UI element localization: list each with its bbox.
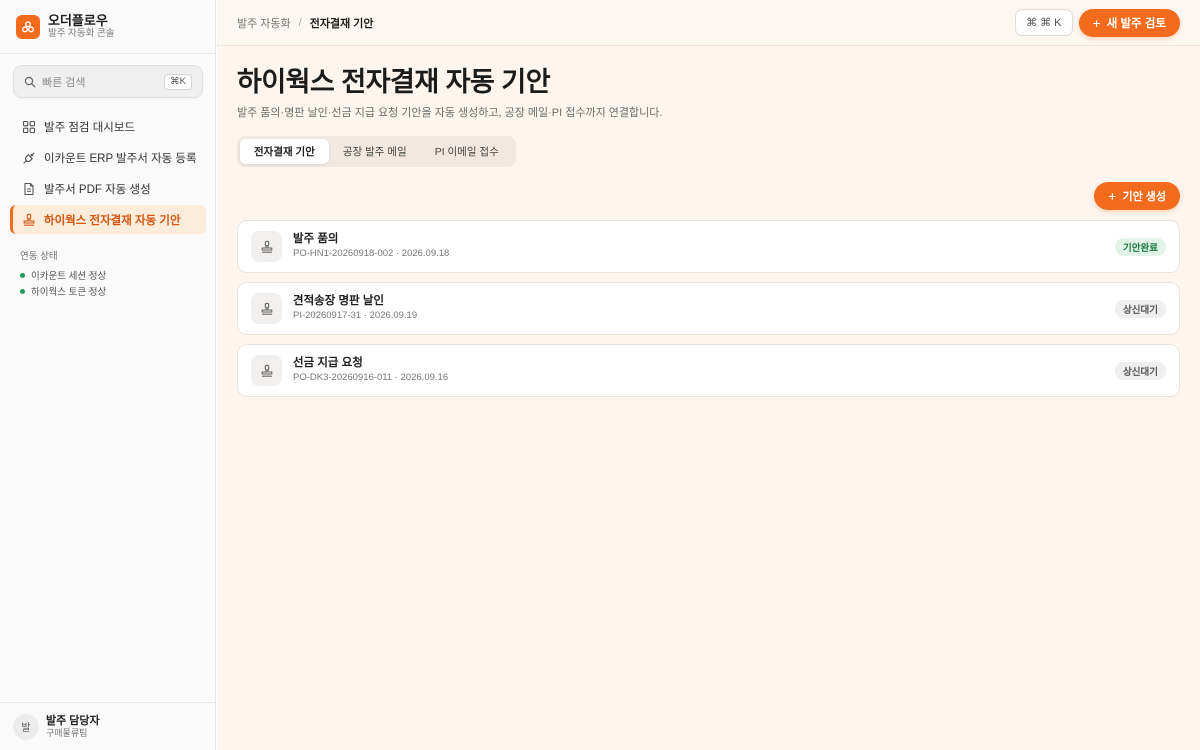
draft-list: 발주 품의 PO-HN1-20260918-002 · 2026.09.18 기… bbox=[237, 220, 1180, 406]
plus-icon: + bbox=[1108, 188, 1117, 204]
brand-name: 오더플로우 bbox=[48, 13, 108, 28]
status-text: 이카운트 세션 정상 bbox=[31, 271, 107, 282]
tab-pi-email[interactable]: PI 이메일 접수 bbox=[421, 139, 513, 164]
breadcrumb-current: 전자결재 기안 bbox=[309, 17, 374, 30]
sidebar-item-pdf[interactable]: 발주서 PDF 자동 생성 bbox=[10, 174, 206, 203]
status-row: 이카운트 세션 정상 bbox=[20, 267, 106, 283]
user-role: 구매물류팀 bbox=[46, 727, 88, 738]
tab-approval-draft[interactable]: 전자결재 기안 bbox=[240, 139, 329, 164]
document-meta: PI-20260917-31 · 2026.09.19 bbox=[293, 310, 418, 321]
status-badge: 기안완료 bbox=[1115, 237, 1166, 256]
brand-subtitle: 발주 자동화 콘솔 bbox=[48, 28, 115, 39]
list-item[interactable]: 선금 지급 요청 PO-DK3-20260916-011 · 2026.09.1… bbox=[237, 344, 1180, 397]
sidebar-item-label: 하이웍스 전자결재 자동 기안 bbox=[44, 214, 181, 227]
sidebar-nav: 발주 점검 대시보드 이카운트 ERP 발주서 자동 등록 발주서 PDF 자동… bbox=[10, 112, 206, 236]
sidebar-item-label: 이카운트 ERP 발주서 자동 등록 bbox=[44, 152, 197, 165]
plug-icon bbox=[23, 152, 35, 164]
search-icon bbox=[24, 76, 36, 87]
user-profile[interactable]: 발 발주 담당자 구매물류팀 bbox=[0, 702, 215, 750]
status-row: 하이웍스 토큰 정상 bbox=[20, 283, 106, 299]
document-title: 견적송장 명판 날인 bbox=[293, 295, 385, 307]
page-description: 발주 품의·명판 날인·선금 지급 요청 기안을 자동 생성하고, 공장 메일·… bbox=[237, 107, 663, 119]
document-title: 선금 지급 요청 bbox=[293, 357, 363, 369]
topbar: 발주 자동화 / 전자결재 기안 ⌘ ⌘ K + 새 발주 검토 bbox=[217, 0, 1200, 46]
create-draft-button[interactable]: + 기안 생성 bbox=[1094, 182, 1180, 210]
status-dot-icon bbox=[20, 288, 25, 294]
sidebar-item-label: 발주 점검 대시보드 bbox=[44, 121, 136, 134]
main-area: 발주 자동화 / 전자결재 기안 ⌘ ⌘ K + 새 발주 검토 하이웍스 전자… bbox=[217, 0, 1200, 750]
sidebar-item-dashboard[interactable]: 발주 점검 대시보드 bbox=[10, 112, 206, 141]
document-title: 발주 품의 bbox=[293, 233, 339, 245]
breadcrumb-parent[interactable]: 발주 자동화 bbox=[237, 15, 291, 31]
sidebar: 오더플로우 발주 자동화 콘솔 빠른 검색 ⌘K 발주 점검 대시보드 이카운트… bbox=[0, 0, 216, 750]
tab-factory-mail[interactable]: 공장 발주 메일 bbox=[329, 139, 421, 164]
status-text: 하이웍스 토큰 정상 bbox=[31, 287, 107, 298]
create-draft-label: 기안 생성 bbox=[1122, 191, 1166, 203]
breadcrumb-separator: / bbox=[298, 16, 302, 29]
status-badge: 상신대기 bbox=[1115, 361, 1166, 380]
search-placeholder: 빠른 검색 bbox=[42, 76, 86, 89]
list-item[interactable]: 발주 품의 PO-HN1-20260918-002 · 2026.09.18 기… bbox=[237, 220, 1180, 273]
grid-icon bbox=[22, 120, 36, 133]
search-shortcut: ⌘K bbox=[164, 73, 192, 90]
command-palette-button[interactable]: ⌘ ⌘ K bbox=[1015, 9, 1073, 36]
new-order-review-button[interactable]: + 새 발주 검토 bbox=[1078, 8, 1180, 37]
tab-bar: 전자결재 기안 공장 발주 메일 PI 이메일 접수 bbox=[237, 136, 516, 167]
status-badge: 상신대기 bbox=[1115, 299, 1166, 318]
stamp-icon bbox=[251, 355, 282, 386]
sidebar-item-ecount-erp[interactable]: 이카운트 ERP 발주서 자동 등록 bbox=[10, 143, 206, 172]
plus-icon: + bbox=[1092, 14, 1101, 31]
new-order-review-label: 새 발주 검토 bbox=[1106, 17, 1166, 30]
status-dot-icon bbox=[20, 272, 25, 278]
stamp-icon bbox=[251, 293, 282, 324]
integration-status: 연동 상태 이카운트 세션 정상 하이웍스 토큰 정상 bbox=[20, 248, 106, 299]
sidebar-item-hiworks-approval[interactable]: 하이웍스 전자결재 자동 기안 bbox=[10, 205, 206, 234]
avatar: 발 bbox=[13, 713, 39, 740]
stamp-icon bbox=[251, 231, 282, 262]
user-name: 발주 담당자 bbox=[46, 714, 100, 727]
document-icon bbox=[24, 182, 34, 195]
document-meta: PO-HN1-20260918-002 · 2026.09.18 bbox=[293, 248, 450, 259]
sidebar-item-label: 발주서 PDF 자동 생성 bbox=[44, 183, 151, 196]
document-meta: PO-DK3-20260916-011 · 2026.09.16 bbox=[293, 372, 449, 383]
page-content: 하이웍스 전자결재 자동 기안 발주 품의·명판 날인·선금 지급 요청 기안을… bbox=[237, 64, 1180, 397]
brand-logo-icon bbox=[16, 14, 40, 39]
page-title: 하이웍스 전자결재 자동 기안 bbox=[237, 67, 551, 97]
stamp-icon bbox=[23, 213, 35, 226]
status-title: 연동 상태 bbox=[20, 251, 58, 262]
search-input[interactable]: 빠른 검색 ⌘K bbox=[13, 65, 203, 98]
list-item[interactable]: 견적송장 명판 날인 PI-20260917-31 · 2026.09.19 상… bbox=[237, 282, 1180, 335]
brand[interactable]: 오더플로우 발주 자동화 콘솔 bbox=[0, 0, 215, 54]
